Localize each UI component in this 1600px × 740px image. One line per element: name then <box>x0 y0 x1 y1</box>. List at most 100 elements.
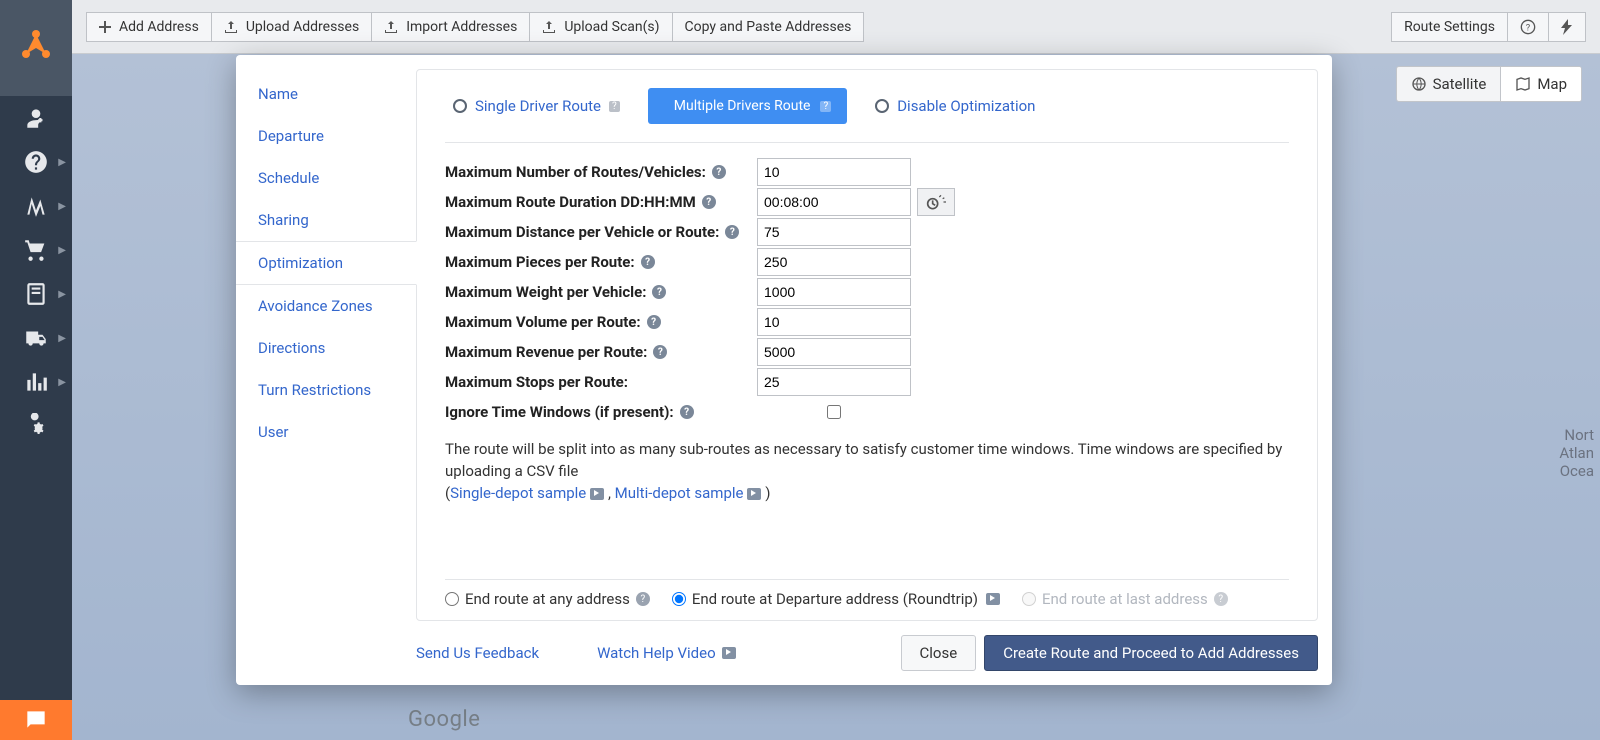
optimization-panel: Single Driver Route ? Multiple Drivers R… <box>416 69 1318 621</box>
plus-icon <box>99 21 111 33</box>
send-feedback-link[interactable]: Send Us Feedback <box>416 644 539 662</box>
duration-picker-button[interactable] <box>917 188 955 216</box>
watch-help-video-link[interactable]: Watch Help Video <box>597 644 736 662</box>
upload-scans-button[interactable]: Upload Scan(s) <box>530 12 672 42</box>
max-routes-label: Maximum Number of Routes/Vehicles:? <box>445 163 757 181</box>
help-icon[interactable]: ? <box>712 165 726 179</box>
nav-fleet[interactable]: ▶ <box>0 316 72 360</box>
map-text-label: Nort Atlan Ocea <box>1559 426 1600 480</box>
tab-user[interactable]: User <box>236 411 416 453</box>
tab-turn-restrictions[interactable]: Turn Restrictions <box>236 369 416 411</box>
map-attribution: Google <box>408 707 480 732</box>
nav-cart[interactable]: ▶ <box>0 228 72 272</box>
help-icon[interactable]: ? <box>647 315 661 329</box>
modal-sidebar: Name Departure Schedule Sharing Optimiza… <box>236 55 416 685</box>
multiple-drivers-option[interactable]: Multiple Drivers Route ? <box>648 88 847 124</box>
multiple-drivers-label: Multiple Drivers Route <box>674 98 811 114</box>
ignore-tw-checkbox[interactable] <box>827 405 841 419</box>
tab-departure[interactable]: Departure <box>236 115 416 157</box>
help-icon[interactable]: ? <box>702 195 716 209</box>
single-depot-sample-link[interactable]: Single-depot sample <box>450 484 604 502</box>
chevron-right-icon: ▶ <box>58 377 66 388</box>
svg-text:?: ? <box>1526 22 1531 33</box>
app-logo <box>0 0 72 96</box>
tab-schedule[interactable]: Schedule <box>236 157 416 199</box>
max-duration-input[interactable] <box>757 188 911 216</box>
max-pieces-label: Maximum Pieces per Route:? <box>445 253 757 271</box>
radio-icon <box>453 99 467 113</box>
radio-icon <box>875 99 889 113</box>
upload-icon <box>384 20 398 34</box>
max-stops-input[interactable] <box>757 368 911 396</box>
chat-button[interactable] <box>0 700 72 740</box>
route-type-selector: Single Driver Route ? Multiple Drivers R… <box>445 88 1289 124</box>
nav-routes[interactable]: ▶ <box>0 184 72 228</box>
help-icon[interactable]: ? <box>652 285 666 299</box>
chevron-right-icon: ▶ <box>58 289 66 300</box>
chevron-right-icon: ▶ <box>58 201 66 212</box>
max-weight-label: Maximum Weight per Vehicle:? <box>445 283 757 301</box>
disable-optimization-option[interactable]: Disable Optimization <box>875 97 1035 115</box>
map-label: Map <box>1537 75 1567 93</box>
toolbar-bolt-button[interactable] <box>1549 12 1586 42</box>
globe-icon <box>1411 76 1427 92</box>
tab-avoidance-zones[interactable]: Avoidance Zones <box>236 285 416 327</box>
max-distance-input[interactable] <box>757 218 911 246</box>
clock-sun-icon <box>926 193 946 211</box>
help-icon[interactable]: ? <box>725 225 739 239</box>
max-duration-label: Maximum Route Duration DD:HH:MM? <box>445 193 757 211</box>
max-volume-input[interactable] <box>757 308 911 336</box>
help-icon[interactable]: ? <box>609 101 620 112</box>
video-icon <box>986 593 1000 605</box>
max-weight-input[interactable] <box>757 278 911 306</box>
help-icon[interactable]: ? <box>641 255 655 269</box>
chevron-right-icon: ▶ <box>58 245 66 256</box>
video-icon <box>747 488 761 500</box>
nav-add-user[interactable] <box>0 96 72 140</box>
copy-paste-addresses-button[interactable]: Copy and Paste Addresses <box>673 12 865 42</box>
end-any-address-option[interactable]: End route at any address ? <box>445 590 650 608</box>
multi-depot-sample-link[interactable]: Multi-depot sample <box>615 484 762 502</box>
satellite-toggle[interactable]: Satellite <box>1397 67 1501 101</box>
end-route-options: End route at any address ? End route at … <box>445 579 1289 608</box>
tab-name[interactable]: Name <box>236 73 416 115</box>
create-route-button[interactable]: Create Route and Proceed to Add Addresse… <box>984 635 1318 671</box>
route-settings-button[interactable]: Route Settings <box>1391 12 1508 42</box>
nav-help[interactable]: ▶ <box>0 140 72 184</box>
nav-book[interactable]: ▶ <box>0 272 72 316</box>
add-address-button[interactable]: Add Address <box>86 12 212 42</box>
upload-addresses-label: Upload Addresses <box>246 19 359 35</box>
single-driver-option[interactable]: Single Driver Route ? <box>453 97 620 115</box>
map-icon <box>1515 76 1531 92</box>
help-icon[interactable]: ? <box>680 405 694 419</box>
end-last-label: End route at last address <box>1042 590 1208 608</box>
copy-paste-label: Copy and Paste Addresses <box>685 19 852 35</box>
max-distance-label: Maximum Distance per Vehicle or Route:? <box>445 223 757 241</box>
max-pieces-input[interactable] <box>757 248 911 276</box>
help-icon[interactable]: ? <box>820 101 831 112</box>
max-routes-input[interactable] <box>757 158 911 186</box>
help-icon: ? <box>1520 19 1536 35</box>
help-icon[interactable]: ? <box>653 345 667 359</box>
route-settings-modal: Name Departure Schedule Sharing Optimiza… <box>236 55 1332 685</box>
nav-analytics[interactable]: ▶ <box>0 360 72 404</box>
tab-optimization[interactable]: Optimization <box>236 241 417 285</box>
upload-icon <box>542 20 556 34</box>
nav-user-settings[interactable] <box>0 404 72 448</box>
chevron-right-icon: ▶ <box>58 157 66 168</box>
single-driver-label: Single Driver Route <box>475 97 601 115</box>
help-icon[interactable]: ? <box>636 592 650 606</box>
end-roundtrip-option[interactable]: End route at Departure address (Roundtri… <box>672 590 1000 608</box>
max-stops-label: Maximum Stops per Route: <box>445 373 757 391</box>
max-revenue-input[interactable] <box>757 338 911 366</box>
tab-sharing[interactable]: Sharing <box>236 199 416 241</box>
tab-directions[interactable]: Directions <box>236 327 416 369</box>
toolbar-help-button[interactable]: ? <box>1508 12 1549 42</box>
close-button[interactable]: Close <box>901 635 977 671</box>
upload-icon <box>224 20 238 34</box>
map-toggle[interactable]: Map <box>1501 67 1581 101</box>
time-window-note: The route will be split into as many sub… <box>445 439 1289 504</box>
import-addresses-button[interactable]: Import Addresses <box>372 12 530 42</box>
upload-addresses-button[interactable]: Upload Addresses <box>212 12 372 42</box>
modal-footer: Send Us Feedback Watch Help Video Close … <box>416 621 1318 671</box>
